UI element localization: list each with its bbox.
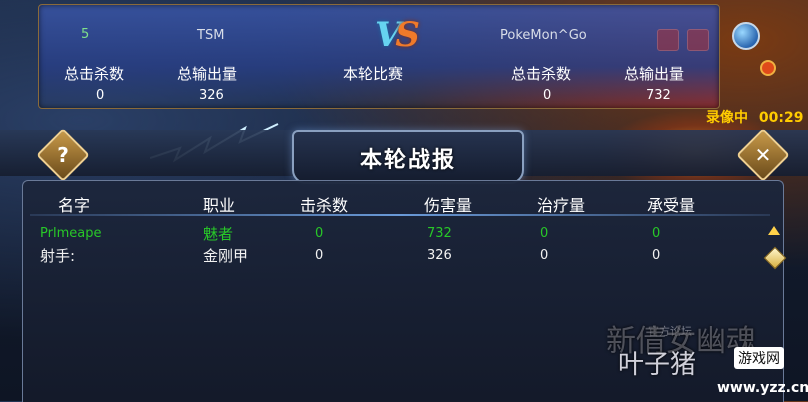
right-kills-value: 0 — [543, 88, 552, 103]
record-indicator-icon — [760, 60, 776, 76]
cell-kills: 0 — [315, 248, 324, 263]
col-header-damage: 伤害量 — [424, 196, 473, 215]
watermark-badge: 游戏网 — [734, 347, 784, 369]
col-header-kills: 击杀数 — [300, 196, 349, 215]
recording-label: 录像中 — [706, 110, 748, 126]
minimap-globe-icon[interactable] — [732, 22, 760, 50]
left-team-name: TSM — [197, 28, 225, 43]
watermark-site-name: 叶子猪 — [618, 350, 697, 380]
left-damage-value: 326 — [199, 88, 224, 103]
match-score-panel: 5 TSM 总击杀数 总输出量 0 326 VS 本轮比赛 PokeMon^Go… — [38, 4, 720, 109]
cell-heal: 0 — [540, 248, 549, 263]
cell-name: Prlmeape — [40, 226, 102, 241]
scroll-up-arrow-icon[interactable] — [768, 226, 780, 235]
question-icon: ? — [57, 143, 69, 167]
cell-job: 魅者 — [203, 225, 234, 243]
cell-job: 金刚甲 — [203, 247, 249, 265]
col-header-job: 职业 — [203, 196, 236, 215]
left-damage-label: 总输出量 — [177, 65, 238, 83]
vs-s: S — [395, 15, 420, 55]
watermark-url: www.yzz.cn — [717, 380, 808, 396]
report-title-plate: 本轮战报 — [292, 130, 524, 184]
mini-button-2[interactable] — [687, 29, 709, 51]
cell-damage: 732 — [427, 226, 452, 241]
cell-damage: 326 — [427, 248, 452, 263]
vs-emblem: VS — [375, 15, 429, 55]
report-title: 本轮战报 — [359, 147, 456, 173]
cell-taken: 0 — [652, 248, 661, 263]
close-icon: ✕ — [754, 143, 772, 167]
cell-heal: 0 — [540, 226, 549, 241]
match-label: 本轮比赛 — [343, 65, 404, 83]
cell-name: 射手: — [40, 247, 76, 265]
cell-taken: 0 — [652, 226, 661, 241]
mini-button-1[interactable] — [657, 29, 679, 51]
header-divider — [30, 214, 770, 216]
left-kills-label: 总击杀数 — [64, 65, 125, 83]
right-team-name: PokeMon^Go — [500, 28, 587, 43]
left-kills-value: 0 — [96, 88, 105, 103]
col-header-taken: 承受量 — [647, 196, 696, 215]
col-header-name: 名字 — [58, 196, 91, 215]
right-damage-value: 732 — [646, 88, 671, 103]
recording-time: 00:29 — [758, 110, 804, 126]
right-kills-label: 总击杀数 — [511, 65, 572, 83]
right-damage-label: 总输出量 — [624, 65, 685, 83]
cell-kills: 0 — [315, 226, 324, 241]
left-team-score: 5 — [81, 27, 90, 42]
recording-status: 录像中 00:29 — [706, 107, 803, 127]
col-header-heal: 治疗量 — [537, 196, 586, 215]
